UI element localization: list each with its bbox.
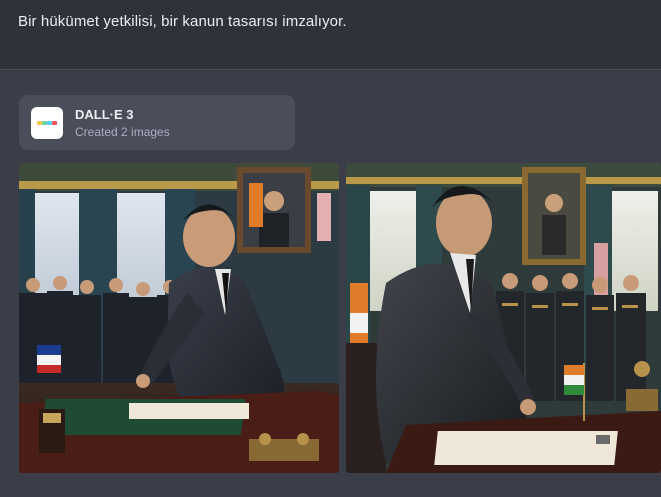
generated-image-1-illustration [19,163,339,473]
user-prompt-text: Bir hükümet yetkilisi, bir kanun tasarıs… [18,13,347,30]
user-prompt-bar: Bir hükümet yetkilisi, bir kanun tasarıs… [0,0,661,70]
tool-card-title: DALL·E 3 [75,107,134,122]
assistant-response: DALL·E 3 Created 2 images [0,71,661,497]
dalle-tool-card[interactable]: DALL·E 3 Created 2 images [19,95,295,150]
generated-image-1[interactable] [19,163,339,473]
tool-card-subtitle: Created 2 images [75,125,170,139]
generated-image-2-illustration [346,163,661,473]
dalle-icon [31,107,63,139]
generated-image-2[interactable] [346,163,661,473]
